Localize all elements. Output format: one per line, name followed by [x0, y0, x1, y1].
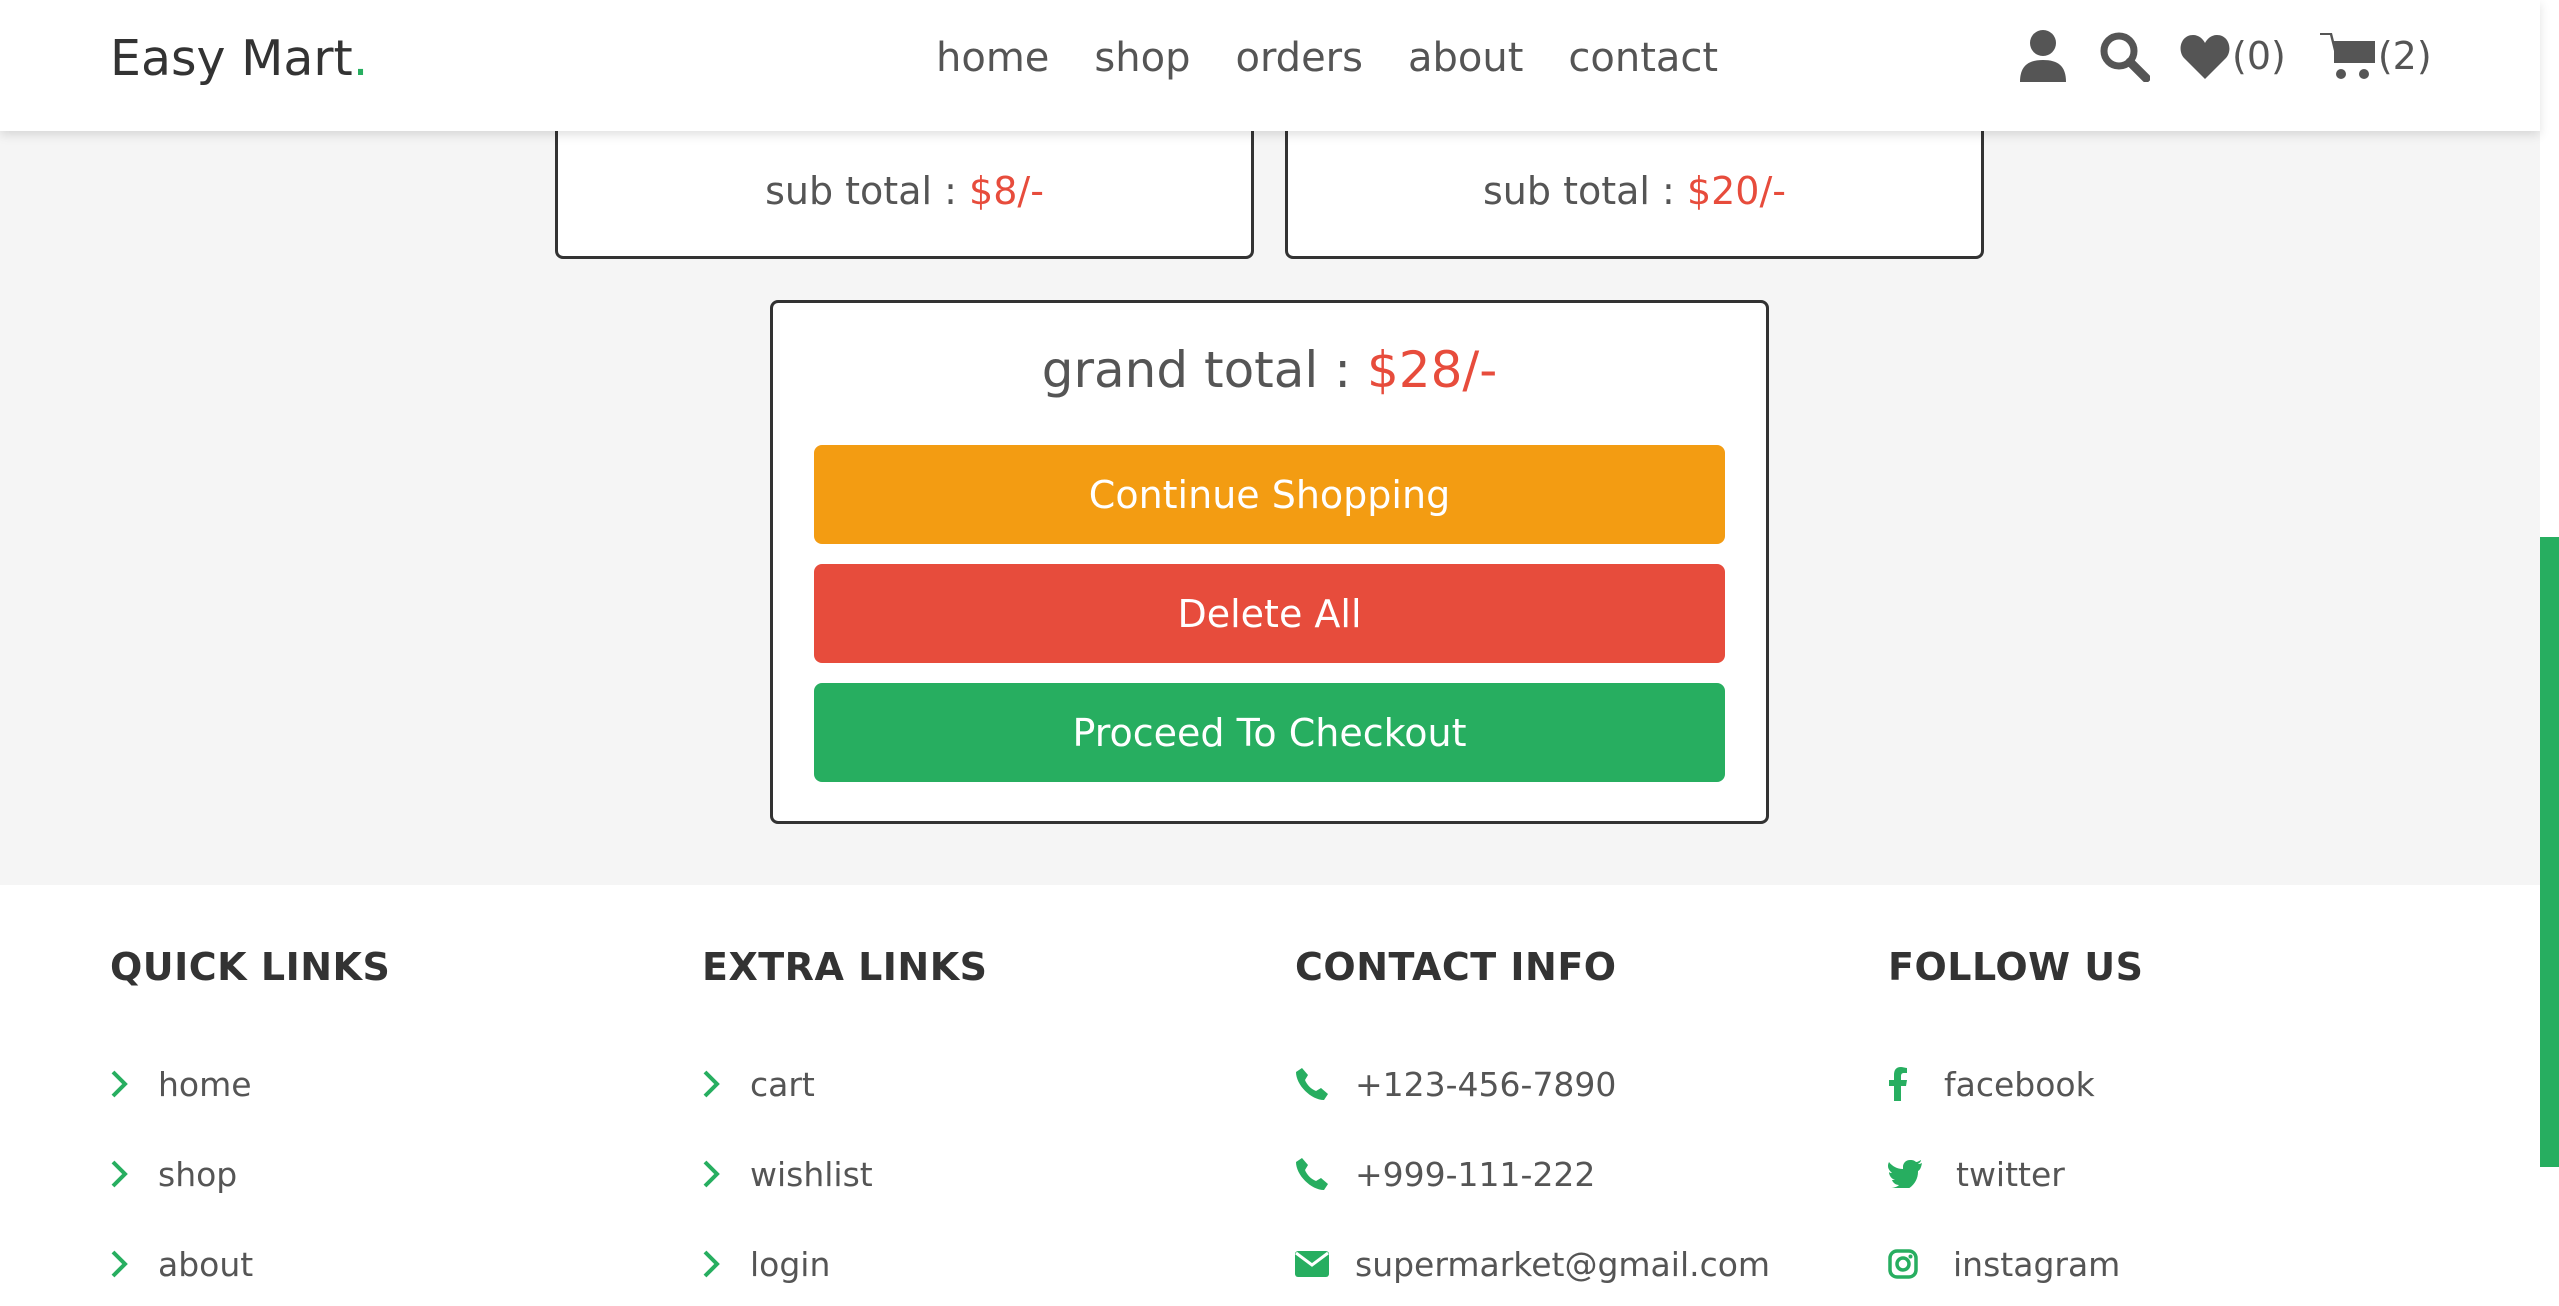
- social-label: twitter: [1956, 1154, 2065, 1194]
- delete-all-button[interactable]: Delete All: [814, 564, 1725, 663]
- facebook-icon: [1889, 1067, 1907, 1101]
- footer-link-label: home: [158, 1064, 252, 1104]
- nav-contact[interactable]: contact: [1568, 35, 1718, 81]
- heart-icon: [2180, 35, 2230, 79]
- continue-shopping-button[interactable]: Continue Shopping: [814, 445, 1725, 544]
- user-button[interactable]: [2020, 30, 2066, 82]
- footer-link-about[interactable]: about: [110, 1219, 390, 1306]
- grand-total-amount: $28/-: [1366, 341, 1498, 399]
- nav-shop[interactable]: shop: [1094, 35, 1190, 81]
- logo-text: Easy Mart: [110, 30, 353, 87]
- wishlist-button[interactable]: (0): [2180, 33, 2286, 79]
- phone-icon: [1296, 1068, 1328, 1100]
- twitter-icon: [1888, 1160, 1922, 1188]
- grand-total: grand total : $28/-: [773, 341, 1766, 399]
- chevron-right-icon: [111, 1070, 128, 1098]
- extra-links-column: EXTRA LINKS cart wishlist login: [702, 945, 988, 1306]
- cart-icon: [2319, 33, 2375, 79]
- subtotal-amount: $8/-: [969, 169, 1044, 213]
- chevron-right-icon: [703, 1160, 720, 1188]
- social-facebook[interactable]: facebook: [1888, 1039, 2144, 1129]
- footer-link-label: shop: [158, 1154, 238, 1194]
- subtotal-amount: $20/-: [1686, 169, 1786, 213]
- contact-text: +999-111-222: [1355, 1154, 1596, 1194]
- chevron-right-icon: [111, 1160, 128, 1188]
- user-icon: [2020, 30, 2066, 82]
- chevron-right-icon: [703, 1250, 720, 1278]
- grand-total-label: grand total :: [1041, 341, 1352, 399]
- subtotal-label: sub total :: [1483, 169, 1675, 213]
- site-header: Easy Mart. home shop orders about contac…: [0, 0, 2540, 131]
- nav-about[interactable]: about: [1408, 35, 1523, 81]
- contact-phone-1[interactable]: +123-456-7890: [1295, 1039, 1770, 1129]
- nav-home[interactable]: home: [936, 35, 1049, 81]
- extra-links-title: EXTRA LINKS: [702, 945, 988, 989]
- quick-links-title: QUICK LINKS: [110, 945, 391, 989]
- logo-dot: .: [352, 30, 369, 87]
- header-icons: (0) (2): [2020, 30, 2432, 82]
- footer-link-wishlist[interactable]: wishlist: [702, 1129, 988, 1219]
- chevron-right-icon: [703, 1070, 720, 1098]
- quick-links-column: QUICK LINKS home shop about: [110, 945, 390, 1306]
- checkout-button[interactable]: Proceed To Checkout: [814, 683, 1725, 782]
- footer-link-label: wishlist: [750, 1154, 873, 1194]
- footer-link-label: cart: [750, 1064, 815, 1104]
- search-icon: [2100, 32, 2150, 82]
- main-nav: home shop orders about contact: [936, 35, 1718, 81]
- contact-info-column: CONTACT INFO +123-456-7890 +999-111-222 …: [1295, 945, 1770, 1306]
- follow-us-column: FOLLOW US facebook twitter instagram: [1888, 945, 2144, 1306]
- subtotal: sub total : $8/-: [558, 169, 1251, 213]
- cart-count: (2): [2377, 34, 2432, 78]
- social-label: instagram: [1953, 1244, 2121, 1284]
- footer-link-label: login: [750, 1244, 831, 1284]
- nav-orders[interactable]: orders: [1235, 35, 1363, 81]
- footer-link-label: about: [158, 1244, 254, 1284]
- wishlist-count: (0): [2232, 34, 2286, 78]
- subtotal-label: sub total :: [765, 169, 957, 213]
- site-footer: QUICK LINKS home shop about EXTRA LINKS: [0, 885, 2540, 1306]
- chevron-right-icon: [111, 1250, 128, 1278]
- footer-link-shop[interactable]: shop: [110, 1129, 390, 1219]
- subtotal: sub total : $20/-: [1288, 169, 1981, 213]
- cart-button[interactable]: (2): [2319, 31, 2432, 81]
- social-twitter[interactable]: twitter: [1888, 1129, 2144, 1219]
- scrollbar-thumb[interactable]: [2540, 537, 2559, 1167]
- contact-phone-2[interactable]: +999-111-222: [1295, 1129, 1770, 1219]
- social-label: facebook: [1944, 1064, 2095, 1104]
- social-instagram[interactable]: instagram: [1888, 1219, 2144, 1306]
- footer-link-login[interactable]: login: [702, 1219, 988, 1306]
- logo[interactable]: Easy Mart.: [110, 30, 368, 87]
- search-button[interactable]: [2098, 30, 2150, 82]
- instagram-icon: [1888, 1249, 1918, 1279]
- envelope-icon: [1295, 1251, 1329, 1277]
- follow-us-title: FOLLOW US: [1888, 945, 2144, 989]
- cart-page: Easy Mart. home shop orders about contac…: [0, 0, 2559, 1306]
- contact-info-title: CONTACT INFO: [1295, 945, 1617, 989]
- phone-icon: [1296, 1158, 1328, 1190]
- contact-email[interactable]: supermarket@gmail.com: [1295, 1219, 1770, 1306]
- contact-text: +123-456-7890: [1355, 1064, 1617, 1104]
- grand-total-box: grand total : $28/- Continue Shopping De…: [770, 300, 1769, 824]
- footer-link-home[interactable]: home: [110, 1039, 390, 1129]
- footer-link-cart[interactable]: cart: [702, 1039, 988, 1129]
- contact-text: supermarket@gmail.com: [1355, 1244, 1771, 1284]
